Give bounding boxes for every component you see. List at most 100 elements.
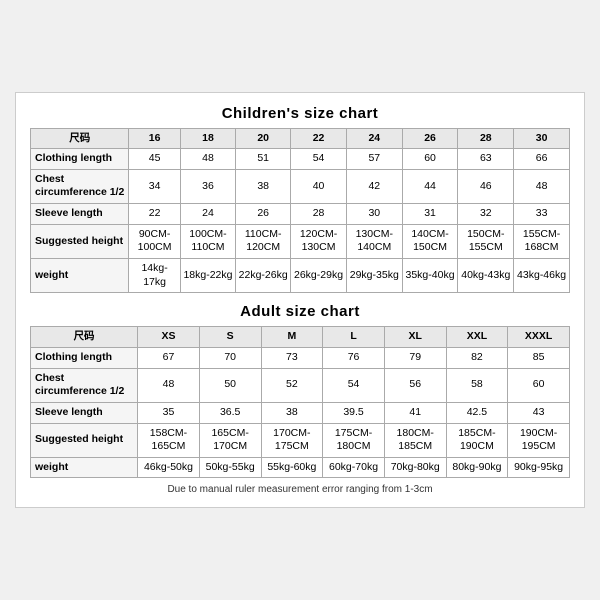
- adult-cell-4-5: 80kg-90kg: [446, 457, 508, 478]
- children-cell-4-0: 14kg-17kg: [129, 259, 180, 293]
- adult-col-header-6: XXL: [446, 327, 508, 348]
- adult-col-header-0: 尺码: [31, 327, 138, 348]
- children-cell-1-2: 38: [236, 169, 291, 203]
- children-col-header-4: 22: [291, 128, 347, 149]
- adult-cell-3-4: 180CM-185CM: [384, 423, 446, 457]
- adult-cell-4-2: 55kg-60kg: [261, 457, 323, 478]
- children-cell-4-6: 40kg-43kg: [458, 259, 514, 293]
- adult-cell-0-3: 76: [323, 347, 385, 368]
- adult-row-label-3: Suggested height: [31, 423, 138, 457]
- children-col-header-3: 20: [236, 128, 291, 149]
- adult-chart-title: Adult size chart: [30, 303, 570, 320]
- children-cell-3-7: 155CM-168CM: [514, 224, 570, 258]
- adult-cell-4-3: 60kg-70kg: [323, 457, 385, 478]
- adult-row-label-0: Clothing length: [31, 347, 138, 368]
- adult-cell-1-4: 56: [384, 368, 446, 402]
- children-cell-0-7: 66: [514, 149, 570, 170]
- children-cell-2-5: 31: [402, 204, 458, 225]
- adult-cell-0-4: 79: [384, 347, 446, 368]
- children-cell-1-1: 36: [180, 169, 235, 203]
- children-col-header-5: 24: [346, 128, 402, 149]
- children-cell-1-7: 48: [514, 169, 570, 203]
- adult-cell-2-6: 43: [508, 402, 570, 423]
- children-row-1: Chest circumference 1/23436384042444648: [31, 169, 570, 203]
- children-cell-2-7: 33: [514, 204, 570, 225]
- adult-cell-3-2: 170CM-175CM: [261, 423, 323, 457]
- footnote: Due to manual ruler measurement error ra…: [30, 484, 570, 495]
- adult-cell-1-0: 48: [138, 368, 200, 402]
- adult-cell-4-1: 50kg-55kg: [199, 457, 261, 478]
- adult-cell-3-6: 190CM-195CM: [508, 423, 570, 457]
- children-cell-2-3: 28: [291, 204, 347, 225]
- children-body: Clothing length4548515457606366Chest cir…: [31, 149, 570, 293]
- children-cell-3-1: 100CM-110CM: [180, 224, 235, 258]
- children-cell-4-5: 35kg-40kg: [402, 259, 458, 293]
- children-col-header-2: 18: [180, 128, 235, 149]
- adult-header-row: 尺码XSSMLXLXXLXXXL: [31, 327, 570, 348]
- children-col-header-8: 30: [514, 128, 570, 149]
- adult-cell-3-1: 165CM-170CM: [199, 423, 261, 457]
- adult-row-1: Chest circumference 1/248505254565860: [31, 368, 570, 402]
- children-cell-0-0: 45: [129, 149, 180, 170]
- adult-col-header-4: L: [323, 327, 385, 348]
- adult-cell-4-6: 90kg-95kg: [508, 457, 570, 478]
- children-cell-3-3: 120CM-130CM: [291, 224, 347, 258]
- adult-cell-0-0: 67: [138, 347, 200, 368]
- adult-cell-3-0: 158CM-165CM: [138, 423, 200, 457]
- children-row-label-1: Chest circumference 1/2: [31, 169, 129, 203]
- adult-cell-4-0: 46kg-50kg: [138, 457, 200, 478]
- children-col-header-0: 尺码: [31, 128, 129, 149]
- children-row-label-0: Clothing length: [31, 149, 129, 170]
- adult-col-header-1: XS: [138, 327, 200, 348]
- adult-cell-1-1: 50: [199, 368, 261, 402]
- adult-cell-2-1: 36.5: [199, 402, 261, 423]
- adult-cell-2-4: 41: [384, 402, 446, 423]
- adult-cell-1-3: 54: [323, 368, 385, 402]
- children-cell-0-3: 54: [291, 149, 347, 170]
- adult-table: 尺码XSSMLXLXXLXXXL Clothing length67707376…: [30, 326, 570, 478]
- adult-cell-0-1: 70: [199, 347, 261, 368]
- adult-row-4: weight46kg-50kg50kg-55kg55kg-60kg60kg-70…: [31, 457, 570, 478]
- children-cell-2-1: 24: [180, 204, 235, 225]
- children-cell-0-4: 57: [346, 149, 402, 170]
- adult-row-label-4: weight: [31, 457, 138, 478]
- adult-cell-1-5: 58: [446, 368, 508, 402]
- adult-row-label-2: Sleeve length: [31, 402, 138, 423]
- children-cell-1-5: 44: [402, 169, 458, 203]
- children-cell-2-4: 30: [346, 204, 402, 225]
- adult-cell-3-3: 175CM-180CM: [323, 423, 385, 457]
- children-cell-2-6: 32: [458, 204, 514, 225]
- children-cell-2-2: 26: [236, 204, 291, 225]
- adult-col-header-7: XXXL: [508, 327, 570, 348]
- children-cell-1-4: 42: [346, 169, 402, 203]
- children-table: 尺码1618202224262830 Clothing length454851…: [30, 128, 570, 294]
- adult-cell-0-5: 82: [446, 347, 508, 368]
- adult-row-3: Suggested height158CM-165CM165CM-170CM17…: [31, 423, 570, 457]
- adult-cell-2-2: 38: [261, 402, 323, 423]
- children-cell-3-4: 130CM-140CM: [346, 224, 402, 258]
- children-cell-3-0: 90CM-100CM: [129, 224, 180, 258]
- children-row-label-3: Suggested height: [31, 224, 129, 258]
- children-cell-1-3: 40: [291, 169, 347, 203]
- adult-row-label-1: Chest circumference 1/2: [31, 368, 138, 402]
- adult-col-header-5: XL: [384, 327, 446, 348]
- children-cell-4-2: 22kg-26kg: [236, 259, 291, 293]
- children-row-label-4: weight: [31, 259, 129, 293]
- children-cell-4-7: 43kg-46kg: [514, 259, 570, 293]
- children-row-4: weight14kg-17kg18kg-22kg22kg-26kg26kg-29…: [31, 259, 570, 293]
- children-header-row: 尺码1618202224262830: [31, 128, 570, 149]
- children-cell-0-6: 63: [458, 149, 514, 170]
- adult-cell-3-5: 185CM-190CM: [446, 423, 508, 457]
- chart-container: Children's size chart 尺码1618202224262830…: [15, 92, 585, 509]
- adult-cell-1-2: 52: [261, 368, 323, 402]
- children-row-0: Clothing length4548515457606366: [31, 149, 570, 170]
- children-cell-3-5: 140CM-150CM: [402, 224, 458, 258]
- children-row-3: Suggested height90CM-100CM100CM-110CM110…: [31, 224, 570, 258]
- children-cell-0-1: 48: [180, 149, 235, 170]
- children-cell-3-2: 110CM-120CM: [236, 224, 291, 258]
- children-cell-3-6: 150CM-155CM: [458, 224, 514, 258]
- adult-cell-0-6: 85: [508, 347, 570, 368]
- children-col-header-7: 28: [458, 128, 514, 149]
- children-cell-4-3: 26kg-29kg: [291, 259, 347, 293]
- children-cell-0-5: 60: [402, 149, 458, 170]
